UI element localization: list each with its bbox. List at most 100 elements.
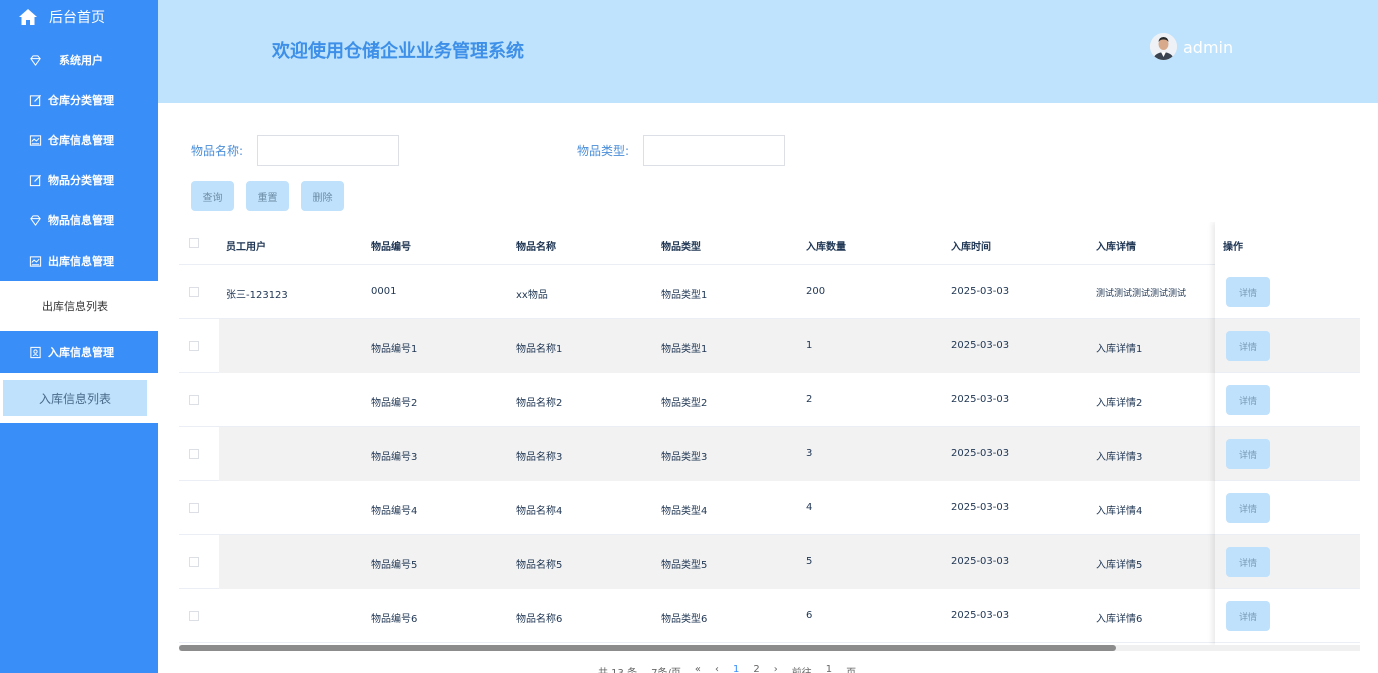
sidebar-sub-outbound-list[interactable]: 出库信息列表	[3, 288, 147, 324]
cell-item-type: 物品类型2	[661, 398, 708, 409]
username[interactable]: admin	[1183, 38, 1233, 57]
op-cell: 详情	[1215, 373, 1360, 427]
sidebar-item-warehouse-category[interactable]: 仓库分类管理	[0, 80, 158, 120]
cell-item-type: 物品类型1	[661, 344, 708, 355]
pagination-next[interactable]: ›	[774, 664, 778, 673]
pagination-page-size[interactable]: 7条/页	[651, 664, 681, 673]
row-checkbox[interactable]	[189, 449, 199, 459]
sidebar-item-system-users[interactable]: 系统用户	[0, 40, 158, 80]
col-employee: 员工用户	[226, 242, 266, 253]
pagination-first[interactable]: «	[695, 664, 701, 673]
header: 欢迎使用仓储企业业务管理系统 admin	[158, 0, 1378, 103]
table-row[interactable]: 物品编号5 物品名称5 物品类型5 5 2025-03-03 入库详情5	[179, 535, 1360, 589]
row-checkbox[interactable]	[189, 287, 199, 297]
sidebar-item-item-category[interactable]: 物品分类管理	[0, 160, 158, 200]
sidebar-item-warehouse-info[interactable]: 仓库信息管理	[0, 120, 158, 160]
row-checkbox[interactable]	[189, 341, 199, 351]
sidebar-sub-inbound-list[interactable]: 入库信息列表	[3, 380, 147, 416]
cell-item-code: 物品编号4	[371, 506, 418, 517]
chart-icon	[28, 254, 42, 268]
cell-item-name: 物品名称5	[516, 560, 563, 571]
horizontal-scrollbar[interactable]	[179, 645, 1360, 651]
table-row[interactable]: 物品编号4 物品名称4 物品类型4 4 2025-03-03 入库详情4	[179, 481, 1360, 535]
cell-employee: 张三-123123	[226, 290, 288, 301]
pagination-page-1[interactable]: 1	[733, 664, 739, 673]
item-type-input[interactable]	[643, 135, 785, 166]
avatar[interactable]	[1150, 33, 1177, 60]
detail-button[interactable]: 详情	[1226, 331, 1270, 361]
col-operation: 操作	[1223, 242, 1243, 253]
op-cell: 详情	[1215, 319, 1360, 373]
cell-item-type: 物品类型1	[661, 290, 708, 301]
cell-item-code: 物品编号5	[371, 560, 418, 571]
table-row[interactable]: 物品编号1 物品名称1 物品类型1 1 2025-03-03 入库详情1	[179, 319, 1360, 373]
page-title: 欢迎使用仓储企业业务管理系统	[272, 41, 524, 62]
cell-time: 2025-03-03	[951, 556, 1010, 567]
detail-button[interactable]: 详情	[1226, 277, 1270, 307]
table-row[interactable]: 物品编号3 物品名称3 物品类型3 3 2025-03-03 入库详情3	[179, 427, 1360, 481]
cell-quantity: 200	[806, 286, 826, 297]
sidebar-sub-inbound-container: 入库信息列表	[0, 373, 158, 423]
cell-quantity: 3	[806, 448, 813, 459]
op-cell: 详情	[1215, 535, 1360, 589]
home-label: 后台首页	[49, 10, 105, 26]
select-all-checkbox[interactable]	[189, 238, 199, 248]
cell-time: 2025-03-03	[951, 610, 1010, 621]
detail-button[interactable]: 详情	[1226, 385, 1270, 415]
pagination-page-unit: 页	[846, 664, 856, 673]
sidebar-item-outbound[interactable]: 出库信息管理	[0, 241, 158, 281]
cell-time: 2025-03-03	[951, 340, 1010, 351]
col-time: 入库时间	[951, 242, 991, 253]
home-icon	[19, 9, 37, 25]
cell-item-name: 物品名称1	[516, 344, 563, 355]
delete-button[interactable]: 删除	[301, 181, 344, 211]
inbound-table: 员工用户 物品编号 物品名称 物品类型 入库数量 入库时间 入库详情 张三-12…	[179, 222, 1360, 645]
badge-icon	[28, 345, 42, 359]
sidebar-item-item-info[interactable]: 物品信息管理	[0, 200, 158, 240]
cell-item-code: 物品编号6	[371, 614, 418, 625]
pagination-prev[interactable]: ‹	[715, 664, 719, 673]
reset-button[interactable]: 重置	[246, 181, 289, 211]
item-name-label: 物品名称:	[191, 144, 244, 158]
row-checkbox[interactable]	[189, 503, 199, 513]
table-row[interactable]: 物品编号2 物品名称2 物品类型2 2 2025-03-03 入库详情2	[179, 373, 1360, 427]
table-header: 员工用户 物品编号 物品名称 物品类型 入库数量 入库时间 入库详情	[179, 222, 1360, 265]
pagination-goto-input[interactable]: 1	[826, 664, 832, 673]
cell-detail: 入库详情5	[1096, 560, 1143, 571]
diamond-icon	[28, 213, 42, 227]
sidebar-home[interactable]: 后台首页	[0, 0, 158, 34]
sidebar-item-inbound[interactable]: 入库信息管理	[0, 332, 158, 372]
cell-item-code: 0001	[371, 286, 397, 297]
chart-icon	[28, 133, 42, 147]
query-button[interactable]: 查询	[191, 181, 234, 211]
row-checkbox[interactable]	[189, 395, 199, 405]
cell-item-code: 物品编号1	[371, 344, 418, 355]
cell-item-type: 物品类型3	[661, 452, 708, 463]
cell-detail: 入库详情1	[1096, 344, 1143, 355]
detail-button[interactable]: 详情	[1226, 601, 1270, 631]
cell-detail: 测试测试测试测试测试	[1096, 289, 1187, 299]
col-item-code: 物品编号	[371, 242, 411, 253]
edit-icon	[28, 93, 42, 107]
row-checkbox[interactable]	[189, 611, 199, 621]
table-row[interactable]: 物品编号6 物品名称6 物品类型6 6 2025-03-03 入库详情6	[179, 589, 1360, 643]
col-item-type: 物品类型	[661, 242, 701, 253]
item-name-input[interactable]	[257, 135, 399, 166]
scrollbar-thumb[interactable]	[179, 645, 1116, 651]
detail-button[interactable]: 详情	[1226, 547, 1270, 577]
cell-quantity: 1	[806, 340, 813, 351]
cell-quantity: 6	[806, 610, 813, 621]
col-item-name: 物品名称	[516, 242, 556, 253]
table-row[interactable]: 张三-123123 0001 xx物品 物品类型1 200 2025-03-03…	[179, 265, 1360, 319]
detail-button[interactable]: 详情	[1226, 493, 1270, 523]
pagination-total: 共 13 条	[598, 664, 637, 673]
op-cell: 详情	[1215, 589, 1360, 643]
cell-quantity: 2	[806, 394, 813, 405]
cell-detail: 入库详情6	[1096, 614, 1143, 625]
pagination-page-2[interactable]: 2	[753, 664, 759, 673]
cell-item-code: 物品编号2	[371, 398, 418, 409]
cell-quantity: 4	[806, 502, 813, 513]
row-checkbox[interactable]	[189, 557, 199, 567]
detail-button[interactable]: 详情	[1226, 439, 1270, 469]
sidebar-sub-outbound-container: 出库信息列表	[0, 281, 158, 331]
